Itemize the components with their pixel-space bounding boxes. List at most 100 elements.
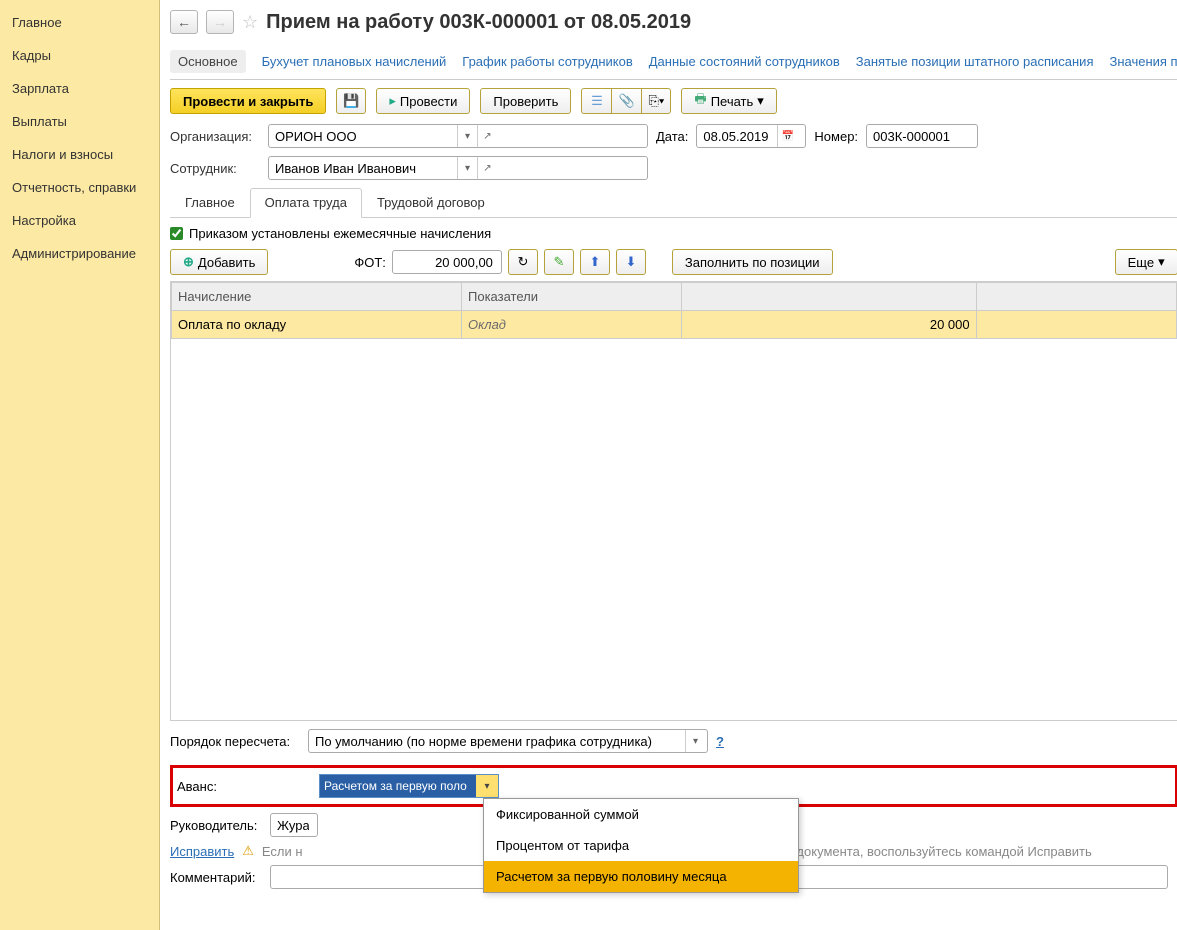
attach-icon-button[interactable]: 📎 <box>611 88 641 114</box>
favorite-star-icon[interactable]: ☆ <box>242 12 258 33</box>
check-button[interactable]: Проверить <box>480 88 571 114</box>
plus-icon: ⊕ <box>183 254 194 270</box>
more-button[interactable]: Еще ▾ <box>1115 249 1177 275</box>
advance-dropdown-icon[interactable]: ▾ <box>476 775 498 797</box>
move-up-button[interactable]: ⬆ <box>580 249 610 275</box>
subtab-payment[interactable]: Оплата труда <box>250 188 362 218</box>
org-dropdown-icon[interactable]: ▾ <box>457 125 477 147</box>
post-icon: ▸ <box>389 93 396 109</box>
print-button[interactable]: 🖶 Печать ▾ <box>681 88 776 114</box>
comment-label: Комментарий: <box>170 870 262 885</box>
advance-option-percent[interactable]: Процентом от тарифа <box>484 830 798 861</box>
col-indicators[interactable]: Показатели <box>462 283 682 311</box>
accruals-table: Начисление Показатели Оплата по окладу О… <box>170 281 1177 721</box>
add-row-button[interactable]: ⊕ Добавить <box>170 249 268 275</box>
sidebar-item-settings[interactable]: Настройка <box>0 204 159 237</box>
edit-button[interactable]: ✎ <box>544 249 574 275</box>
paperclip-icon: 📎 <box>619 93 635 109</box>
refresh-button[interactable]: ↻ <box>508 249 538 275</box>
fix-link[interactable]: Исправить <box>170 844 234 859</box>
subtabs: Главное Оплата труда Трудовой договор <box>170 188 1177 218</box>
sidebar-item-admin[interactable]: Администрирование <box>0 237 159 270</box>
pencil-icon: ✎ <box>553 254 564 270</box>
recalc-label: Порядок пересчета: <box>170 734 300 749</box>
org-label: Организация: <box>170 129 260 144</box>
date-field[interactable]: 📅 <box>696 124 806 148</box>
help-icon[interactable]: ? <box>716 734 724 749</box>
monthly-accruals-label: Приказом установлены ежемесячные начисле… <box>189 226 491 241</box>
number-label: Номер: <box>814 129 858 144</box>
printer-icon: 🖶 <box>694 90 706 112</box>
advance-label: Аванс: <box>177 779 307 794</box>
recalc-field[interactable]: ▾ <box>308 729 708 753</box>
list-icon-button[interactable]: ☰ <box>581 88 611 114</box>
number-input[interactable] <box>867 125 975 147</box>
col-value[interactable] <box>682 283 977 311</box>
list-icon: ☰ <box>591 93 603 109</box>
sidebar-item-main[interactable]: Главное <box>0 6 159 39</box>
manager-input[interactable] <box>271 814 315 836</box>
advance-select[interactable]: ▾ <box>319 774 499 798</box>
employee-open-icon[interactable]: ↗ <box>477 157 497 179</box>
date-input[interactable] <box>697 125 777 147</box>
recalc-dropdown-icon[interactable]: ▾ <box>685 730 705 752</box>
employee-dropdown-icon[interactable]: ▾ <box>457 157 477 179</box>
page-title: Прием на работу 003К-000001 от 08.05.201… <box>266 11 691 34</box>
structure-icon-button[interactable]: ⎘▾ <box>641 88 671 114</box>
tab-values[interactable]: Значения п <box>1109 54 1177 69</box>
manager-label: Руководитель: <box>170 818 262 833</box>
advance-highlight-box: Аванс: ▾ Фиксированной суммой Процентом … <box>170 765 1177 807</box>
org-field[interactable]: ▾ ↗ <box>268 124 648 148</box>
sidebar-item-taxes[interactable]: Налоги и взносы <box>0 138 159 171</box>
subtab-contract[interactable]: Трудовой договор <box>362 188 500 217</box>
subtab-main[interactable]: Главное <box>170 188 250 217</box>
warning-icon: ⚠ <box>242 843 254 859</box>
arrow-up-icon: ⬆ <box>589 254 600 270</box>
employee-label: Сотрудник: <box>170 161 260 176</box>
post-and-close-button[interactable]: Провести и закрыть <box>170 88 326 114</box>
tab-accounting[interactable]: Бухучет плановых начислений <box>262 54 447 69</box>
save-icon-button[interactable]: 💾 <box>336 88 366 114</box>
cell-extra[interactable] <box>976 311 1176 339</box>
arrow-down-icon: ⬇ <box>625 254 636 270</box>
manager-field[interactable] <box>270 813 318 837</box>
sidebar-item-reports[interactable]: Отчетность, справки <box>0 171 159 204</box>
org-open-icon[interactable]: ↗ <box>477 125 497 147</box>
advance-dropdown-list: Фиксированной суммой Процентом от тарифа… <box>483 798 799 893</box>
calendar-icon[interactable]: 📅 <box>777 125 797 147</box>
post-button[interactable]: ▸Провести <box>376 88 470 114</box>
tab-main[interactable]: Основное <box>170 50 246 73</box>
sidebar-item-salary[interactable]: Зарплата <box>0 72 159 105</box>
sidebar: Главное Кадры Зарплата Выплаты Налоги и … <box>0 0 160 930</box>
move-down-button[interactable]: ⬇ <box>616 249 646 275</box>
employee-input[interactable] <box>269 157 457 179</box>
advance-option-calc[interactable]: Расчетом за первую половину месяца <box>484 861 798 892</box>
nav-back-button[interactable]: ← <box>170 10 198 34</box>
cell-indicator[interactable]: Оклад <box>462 311 682 339</box>
number-field[interactable] <box>866 124 978 148</box>
table-row[interactable]: Оплата по окладу Оклад 20 000 <box>172 311 1177 339</box>
advance-input[interactable] <box>320 775 476 797</box>
advance-option-fixed[interactable]: Фиксированной суммой <box>484 799 798 830</box>
tab-states[interactable]: Данные состояний сотрудников <box>649 54 840 69</box>
structure-icon: ⎘▾ <box>648 93 664 109</box>
fill-by-position-button[interactable]: Заполнить по позиции <box>672 249 833 275</box>
col-extra[interactable] <box>976 283 1176 311</box>
monthly-accruals-checkbox[interactable] <box>170 227 183 240</box>
recalc-input[interactable] <box>309 730 685 752</box>
col-accrual[interactable]: Начисление <box>172 283 462 311</box>
cell-value[interactable]: 20 000 <box>682 311 977 339</box>
tab-positions[interactable]: Занятые позиции штатного расписания <box>856 54 1094 69</box>
employee-field[interactable]: ▾ ↗ <box>268 156 648 180</box>
main-content: ← → ☆ Прием на работу 003К-000001 от 08.… <box>160 0 1177 930</box>
refresh-icon: ↻ <box>517 254 528 270</box>
sidebar-item-payments[interactable]: Выплаты <box>0 105 159 138</box>
org-input[interactable] <box>269 125 457 147</box>
nav-forward-button[interactable]: → <box>206 10 234 34</box>
fot-input[interactable] <box>393 251 499 273</box>
fot-field[interactable] <box>392 250 502 274</box>
sidebar-item-hr[interactable]: Кадры <box>0 39 159 72</box>
cell-accrual[interactable]: Оплата по окладу <box>172 311 462 339</box>
tab-schedule[interactable]: График работы сотрудников <box>462 54 632 69</box>
section-tabbar: Основное Бухучет плановых начислений Гра… <box>170 44 1177 80</box>
